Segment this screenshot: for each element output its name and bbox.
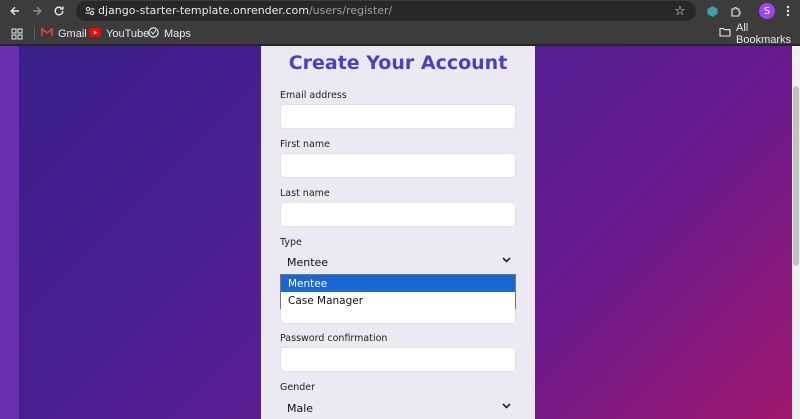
bookmark-gmail[interactable]: Gmail: [41, 26, 87, 41]
gender-select[interactable]: Male: [280, 397, 516, 419]
browser-toolbar: django-starter-template.onrender.com/use…: [0, 0, 800, 22]
puzzle-icon[interactable]: [728, 3, 744, 19]
forward-icon[interactable]: [29, 3, 45, 19]
avatar[interactable]: S: [759, 3, 775, 19]
email-label: Email address: [280, 90, 347, 101]
bookmark-label: YouTube: [106, 27, 150, 40]
bookmark-maps[interactable]: Maps: [148, 26, 191, 41]
page-title: Create Your Account: [288, 52, 508, 74]
back-icon[interactable]: [7, 3, 23, 19]
chevron-down-icon: [502, 402, 511, 412]
all-bookmarks-label: All Bookmarks: [736, 21, 792, 46]
gender-label: Gender: [280, 382, 316, 393]
menu-icon[interactable]: [780, 3, 796, 19]
bookmark-youtube[interactable]: YouTube: [89, 26, 149, 41]
gmail-icon: [41, 27, 53, 40]
type-label: Type: [280, 237, 302, 248]
star-icon[interactable]: ☆: [672, 3, 688, 19]
youtube-icon: [89, 27, 101, 40]
url-path: /users/register/: [308, 4, 393, 17]
type-select[interactable]: Mentee: [280, 251, 516, 273]
type-option-mentee[interactable]: Mentee: [281, 275, 515, 292]
apps-icon[interactable]: [11, 26, 23, 41]
address-bar[interactable]: django-starter-template.onrender.com/use…: [76, 1, 696, 21]
extension-icon[interactable]: [704, 3, 720, 19]
folder-icon: [719, 27, 731, 40]
bookmark-label: Gmail: [58, 27, 87, 40]
password-confirmation-field[interactable]: [280, 347, 516, 372]
url-text: django-starter-template.onrender.com/use…: [98, 4, 392, 17]
type-dropdown-list: Mentee Case Manager: [280, 274, 516, 309]
type-option-case-manager[interactable]: Case Manager: [281, 292, 515, 309]
scrollbar[interactable]: [792, 46, 800, 419]
scrollbar-thumb[interactable]: [793, 86, 799, 266]
last-name-label: Last name: [280, 188, 330, 199]
page-content: Create Your Account Email address First …: [0, 46, 800, 419]
url-host: django-starter-template.onrender.com: [98, 4, 309, 17]
maps-icon: [148, 26, 159, 41]
page-edge: [0, 46, 19, 419]
bookmarks-bar: Gmail YouTube Maps All Bookmarks: [0, 22, 800, 46]
type-select-value: Mentee: [287, 255, 329, 269]
first-name-label: First name: [280, 139, 330, 150]
bookmarks-divider: [34, 27, 35, 40]
chevron-down-icon: [502, 256, 511, 266]
gender-select-value: Male: [287, 401, 314, 415]
bookmark-label: Maps: [164, 27, 191, 40]
register-card: Create Your Account Email address First …: [261, 46, 535, 419]
reload-icon[interactable]: [51, 3, 67, 19]
last-name-field[interactable]: [280, 202, 516, 227]
password-confirmation-label: Password confirmation: [280, 333, 388, 344]
first-name-field[interactable]: [280, 153, 516, 178]
all-bookmarks[interactable]: All Bookmarks: [719, 22, 800, 46]
site-info-icon[interactable]: [82, 3, 98, 19]
email-field[interactable]: [280, 104, 516, 129]
